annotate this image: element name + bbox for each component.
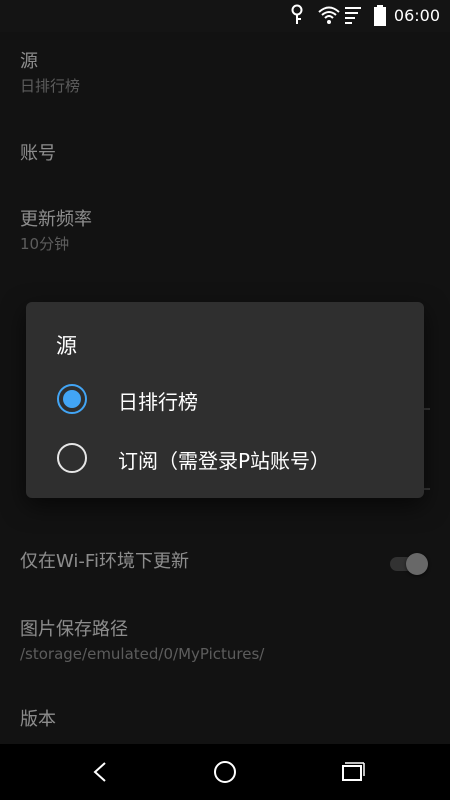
navigation-bar bbox=[0, 744, 450, 800]
radio-unchecked-icon[interactable] bbox=[57, 443, 87, 473]
option-subscription[interactable]: 订阅（需登录P站账号） bbox=[26, 429, 424, 487]
option-daily-ranking[interactable]: 日排行榜 bbox=[26, 370, 424, 428]
radio-checked-icon[interactable] bbox=[57, 384, 87, 414]
source-dialog: 源 日排行榜 订阅（需登录P站账号） bbox=[26, 302, 424, 498]
status-bar: 06:00 bbox=[0, 0, 450, 32]
status-time: 06:00 bbox=[393, 6, 440, 25]
back-icon[interactable] bbox=[84, 756, 116, 788]
signal-icon bbox=[345, 7, 361, 24]
key-icon bbox=[291, 4, 303, 24]
home-icon[interactable] bbox=[209, 756, 241, 788]
recents-icon[interactable] bbox=[336, 756, 368, 788]
dialog-title: 源 bbox=[56, 334, 77, 358]
option-subscription-label: 订阅（需登录P站账号） bbox=[118, 449, 331, 473]
wifi-icon bbox=[318, 6, 340, 24]
battery-icon bbox=[374, 5, 386, 26]
option-daily-ranking-label: 日排行榜 bbox=[118, 390, 198, 414]
